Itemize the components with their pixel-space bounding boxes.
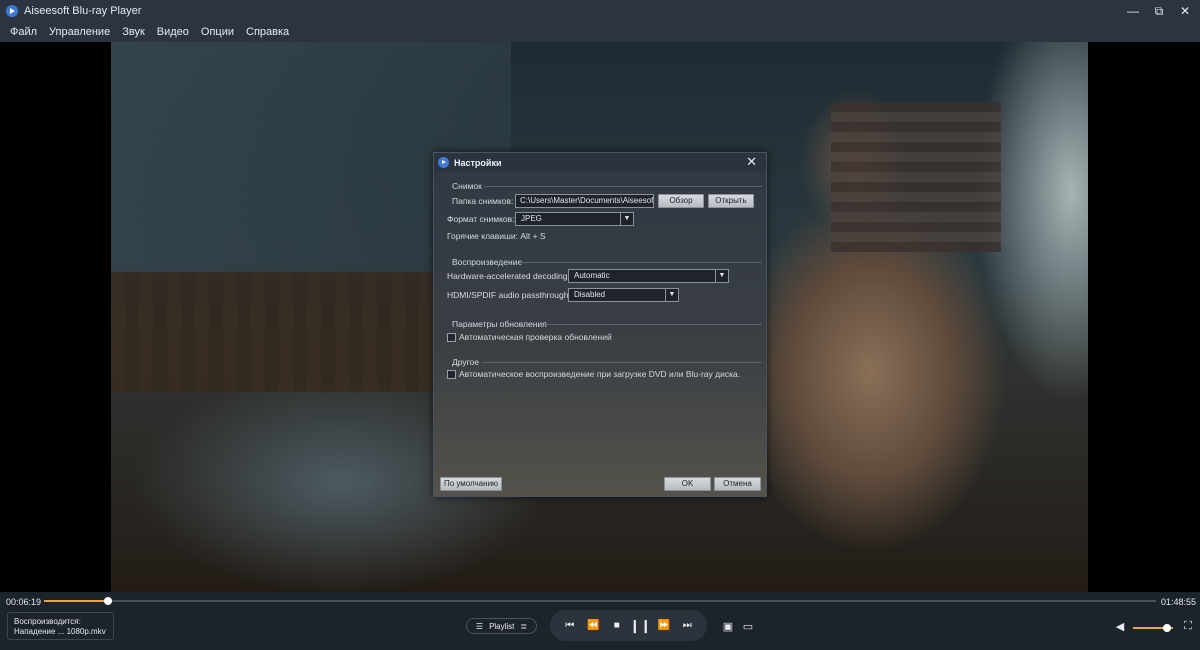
cancel-button[interactable]: Отмена [714,477,761,491]
now-playing-label: Воспроизводится: [14,617,81,626]
auto-update-checkbox[interactable] [447,333,456,342]
hdmi-passthrough-label: HDMI/SPDIF audio passthrough: [447,290,571,300]
previous-chapter-icon[interactable]: ⏮ [562,618,578,634]
playlist-label: Playlist [489,621,515,631]
now-playing-box: Воспроизводится: Нападение ... 1080p.mkv [7,612,114,640]
pause-icon[interactable]: ❙❙ [629,618,651,634]
menu-help[interactable]: Справка [240,26,295,38]
title-bar: Aiseesoft Blu-ray Player — ⧉ ✕ [0,0,1200,22]
hotkey-label: Горячие клавиши: Alt + S [447,231,546,241]
settings-dialog: Настройки ✕ Снимок Папка снимков: C:\Use… [433,152,767,497]
minimize-button[interactable]: — [1126,4,1140,18]
volume-icon[interactable]: ◀ [1112,618,1128,634]
restore-button[interactable]: ⧉ [1152,4,1166,18]
stop-icon[interactable]: ■ [609,618,625,634]
menu-file[interactable]: Файл [4,26,43,38]
chevron-down-icon: ▼ [715,270,728,282]
autoplay-disc-checkbox[interactable] [447,370,456,379]
playlist-icon: ☰ [475,621,484,631]
playlist-sort-icon[interactable]: ≣ [520,622,527,631]
dialog-close-button[interactable]: ✕ [746,155,757,169]
snapshot-format-select[interactable]: JPEG ▼ [515,212,634,226]
menu-options[interactable]: Опции [195,26,240,38]
section-update-heading: Параметры обновления [452,319,547,329]
dialog-app-icon [438,157,449,168]
autoplay-disc-label: Автоматическое воспроизведение при загру… [459,369,741,379]
section-snapshot-heading: Снимок [452,181,482,191]
snapshot-format-value: JPEG [521,214,542,223]
dialog-title-bar: Настройки ✕ [434,153,766,172]
volume-slider-thumb[interactable] [1163,624,1171,632]
menu-bar: Файл Управление Звук Видео Опции Справка [0,22,1200,42]
menu-video[interactable]: Видео [151,26,195,38]
camera-icon[interactable]: ▣ [720,618,736,634]
app-title: Aiseesoft Blu-ray Player [24,5,142,17]
section-divider [544,324,762,325]
section-divider [482,362,762,363]
window-controls: — ⧉ ✕ [1126,0,1192,22]
section-playback-heading: Воспроизведение [452,257,523,267]
hw-decoding-select[interactable]: Automatic ▼ [568,269,729,283]
total-time: 01:48:55 [1161,597,1197,607]
elapsed-time: 00:06:19 [6,597,42,607]
chevron-down-icon: ▼ [665,289,678,301]
video-scene-flag [831,102,1001,252]
folder-icon[interactable]: ▭ [740,618,756,634]
seek-bar-thumb[interactable] [104,597,113,605]
hw-decoding-label: Hardware-accelerated decoding: [447,271,570,281]
control-bar: 00:06:19 01:48:55 Воспроизводится: Напад… [0,592,1200,650]
seek-bar-fill [44,600,109,602]
open-folder-button[interactable]: Открыть [708,194,754,208]
chevron-down-icon: ▼ [620,213,633,225]
hdmi-passthrough-select[interactable]: Disabled ▼ [568,288,679,302]
menu-control[interactable]: Управление [43,26,116,38]
menu-audio[interactable]: Звук [116,26,151,38]
restore-defaults-button[interactable]: По умолчанию [440,477,502,491]
ok-button[interactable]: OK [664,477,711,491]
playlist-button[interactable]: ☰ Playlist ≣ [466,618,537,634]
snapshot-folder-field[interactable]: C:\Users\Master\Documents\Aiseesoft [515,194,654,208]
section-divider [484,186,762,187]
fullscreen-icon[interactable]: ⛶ [1180,618,1196,634]
fast-forward-icon[interactable]: ⏩ [656,618,672,634]
section-divider [520,262,762,263]
transport-controls: ⏮ ⏪ ■ ❙❙ ⏩ ⏭ [550,610,707,641]
seek-bar[interactable] [44,597,1156,605]
snapshot-folder-label: Папка снимков: [452,196,514,206]
auto-update-label: Автоматическая проверка обновлений [459,332,612,342]
now-playing-file: Нападение ... 1080p.mkv [14,627,106,636]
rewind-icon[interactable]: ⏪ [585,618,601,634]
browse-button[interactable]: Обзор [658,194,704,208]
hw-decoding-value: Automatic [574,271,610,280]
section-other-heading: Другое [452,357,480,367]
snapshot-format-label: Формат снимков: [447,214,515,224]
close-window-button[interactable]: ✕ [1178,4,1192,18]
hdmi-passthrough-value: Disabled [574,290,606,299]
dialog-title: Настройки [454,157,502,168]
app-logo-icon [6,5,18,17]
next-chapter-icon[interactable]: ⏭ [679,618,695,634]
